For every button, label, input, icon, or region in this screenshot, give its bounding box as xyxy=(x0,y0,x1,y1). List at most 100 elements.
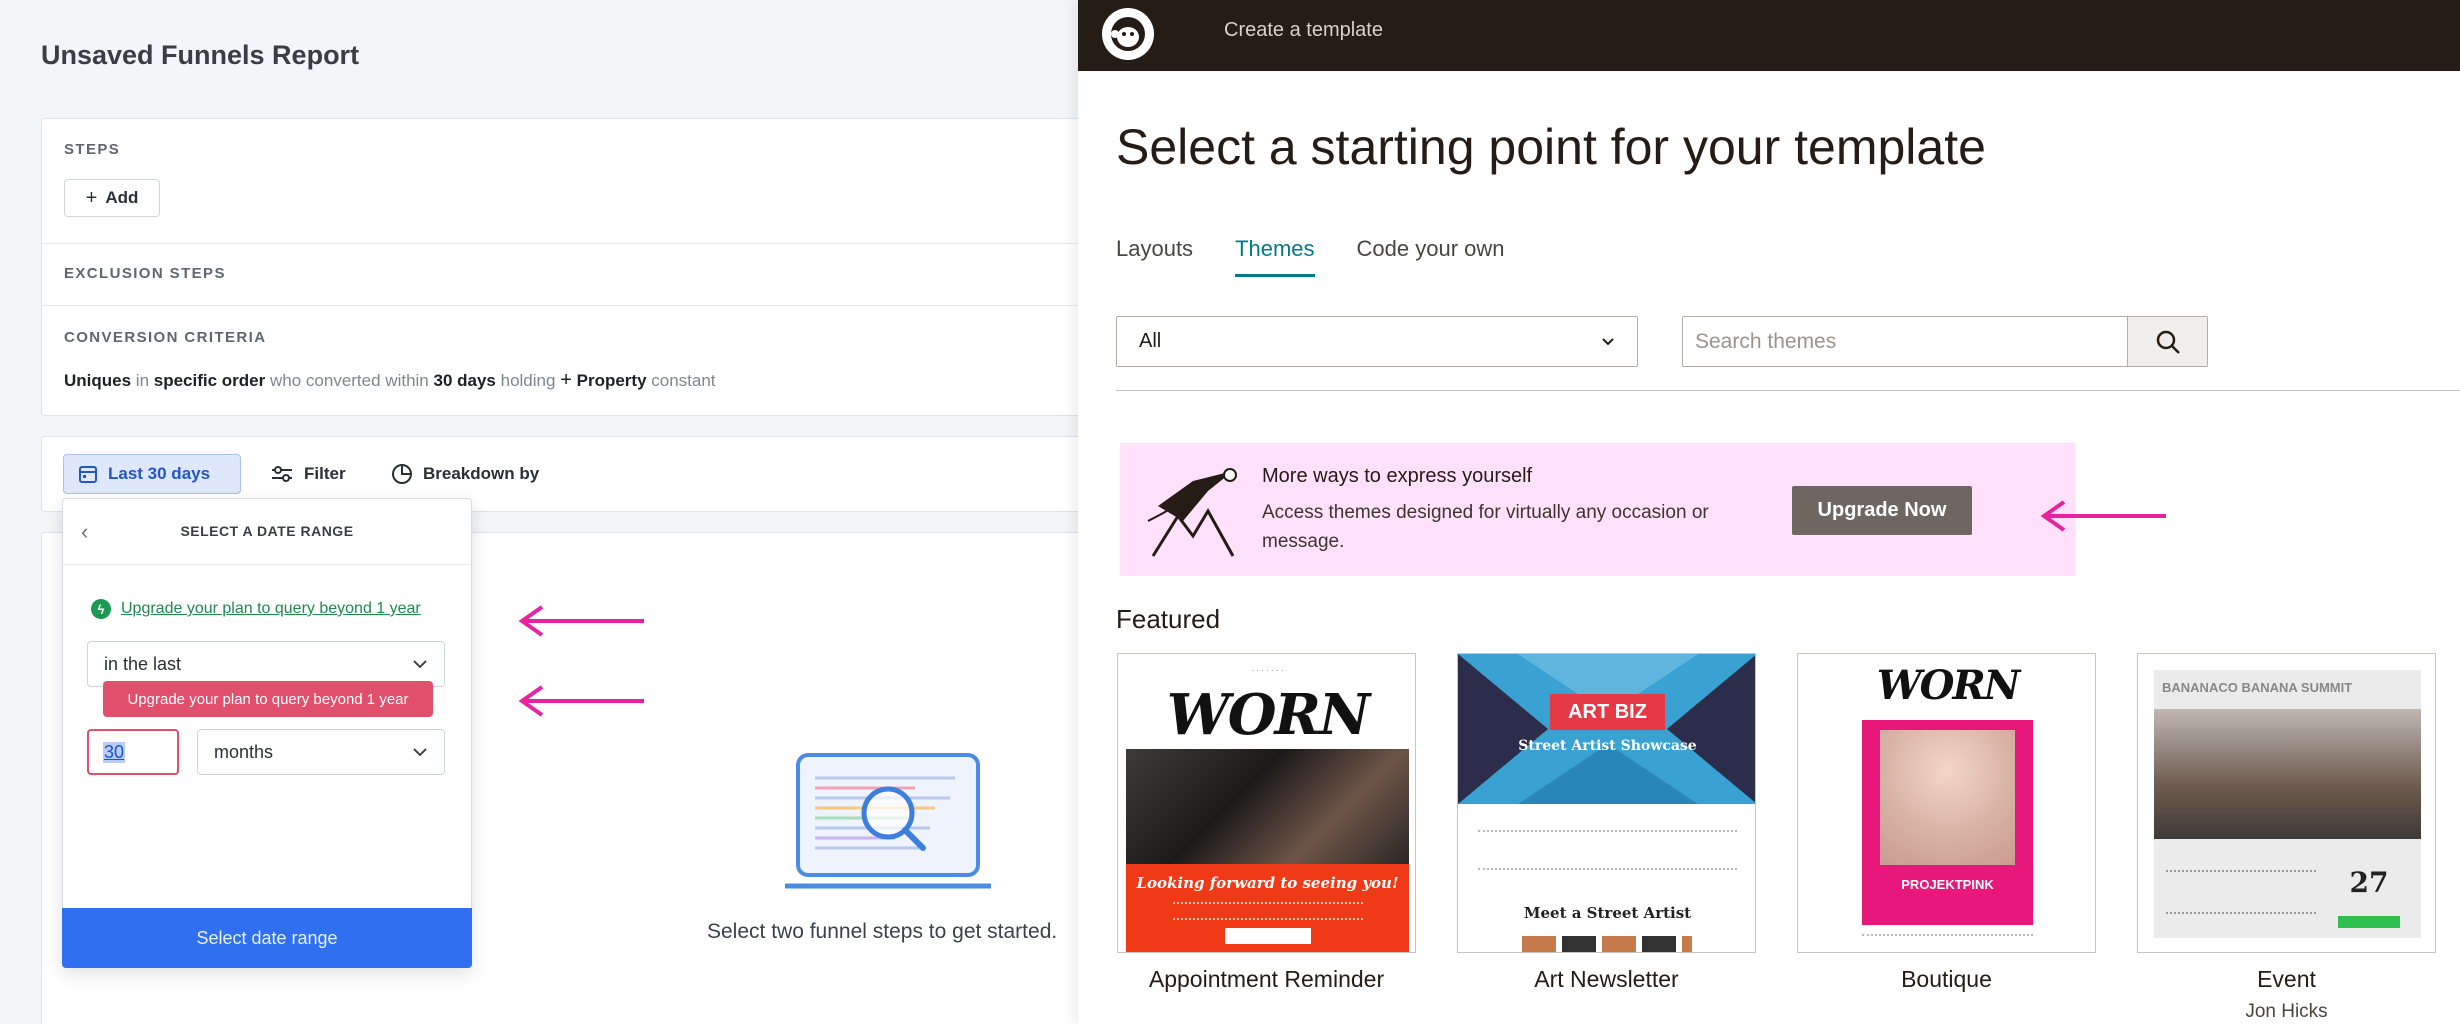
thumb-photo xyxy=(1880,730,2015,865)
template-card-art-newsletter[interactable]: ART BIZ Street Artist Showcase Meet a St… xyxy=(1457,653,1756,953)
criteria-text: who converted within xyxy=(270,371,429,390)
template-tabs: Layouts Themes Code your own xyxy=(1116,236,1505,277)
template-card-event[interactable]: BANANACO BANANA SUMMIT 27 xyxy=(2137,653,2436,953)
criteria-text: holding xyxy=(500,371,556,390)
divider xyxy=(42,243,1078,244)
divider xyxy=(1116,390,2460,391)
calendar-icon xyxy=(79,466,97,483)
thumb-body-lines xyxy=(1862,934,2033,940)
thumb-subheadline: Meet a Street Artist xyxy=(1523,904,1692,922)
add-step-button[interactable]: + Add xyxy=(64,179,160,217)
laptop-illustration xyxy=(785,753,991,889)
empty-state-text: Select two funnel steps to get started. xyxy=(707,920,1058,943)
superhero-illustration xyxy=(1147,468,1237,557)
conversion-criteria-sentence: Uniques in specific order who converted … xyxy=(64,369,716,392)
plus-icon: + xyxy=(85,186,98,209)
tab-themes[interactable]: Themes xyxy=(1235,236,1315,277)
thumb-banner: ART BIZ Street Artist Showcase xyxy=(1458,654,1755,804)
upgrade-plan-text: Upgrade your plan to query beyond 1 year xyxy=(121,600,421,617)
funnels-report-pane: Unsaved Funnels Report STEPS + Add EXCLU… xyxy=(0,0,1078,1024)
thumb-city-photo xyxy=(2154,709,2421,839)
steps-label: STEPS xyxy=(64,141,121,158)
upgrade-now-button[interactable]: Upgrade Now xyxy=(1792,486,1972,535)
thumb-color-block: PROJEKTPINK xyxy=(1862,720,2033,925)
funnel-definition-card: STEPS + Add EXCLUSION STEPS CONVERSION C… xyxy=(41,118,1078,416)
dropdown-header: ‹ SELECT A DATE RANGE xyxy=(63,499,471,565)
promo-title: More ways to express yourself xyxy=(1262,465,1533,487)
mailchimp-logo-icon[interactable] xyxy=(1102,8,1154,60)
thumb-brand: WORN xyxy=(1166,682,1370,748)
theme-category-value: All xyxy=(1139,330,1162,352)
theme-search-input[interactable] xyxy=(1683,317,2127,366)
template-name: Appointment Reminder xyxy=(1148,966,1385,992)
criteria-text: in xyxy=(135,371,150,390)
template-picker-pane: Create a template Select a starting poin… xyxy=(1078,0,2460,1024)
page-heading: Select a starting point for your templat… xyxy=(1116,119,1986,175)
thumb-body-lines xyxy=(2166,870,2316,914)
criteria-window[interactable]: 30 days xyxy=(434,371,496,390)
breakdown-label: Breakdown by xyxy=(423,464,540,483)
date-range-dropdown: ‹ SELECT A DATE RANGE ϟ Upgrade your pla… xyxy=(62,498,472,968)
thumb-header: · · · · · · · xyxy=(1251,666,1284,675)
chevron-down-icon xyxy=(413,748,427,757)
thumb-brand: BANANACO BANANA SUMMIT xyxy=(2162,680,2353,695)
upgrade-tooltip: Upgrade your plan to query beyond 1 year xyxy=(103,681,433,717)
monkey-icon xyxy=(1111,17,1145,51)
date-range-label: Last 30 days xyxy=(108,464,211,483)
thumb-headline: Looking forward to seeing you! xyxy=(1136,874,1399,892)
select-date-range-button[interactable]: Select date range xyxy=(62,908,472,968)
range-unit-value: months xyxy=(214,741,274,762)
chevron-down-icon xyxy=(413,660,427,669)
thumb-cta xyxy=(2338,916,2400,928)
criteria-text: constant xyxy=(651,371,716,390)
thumb-headline: PROJEKTPINK xyxy=(1901,877,1994,892)
report-title[interactable]: Unsaved Funnels Report xyxy=(41,40,359,71)
filter-icon xyxy=(272,466,292,482)
upgrade-promo-banner: More ways to express yourself Access the… xyxy=(1120,443,2075,576)
template-card-boutique[interactable]: WORN PROJEKTPINK xyxy=(1797,653,2096,953)
filter-button[interactable]: Filter xyxy=(256,454,360,494)
thumb-headline: Street Artist Showcase xyxy=(1518,738,1697,754)
range-amount-input[interactable]: 30 xyxy=(87,729,179,775)
upgrade-plan-link[interactable]: ϟ Upgrade your plan to query beyond 1 ye… xyxy=(91,599,421,619)
template-card-appointment-reminder[interactable]: · · · · · · · WORN Looking forward to se… xyxy=(1117,653,1416,953)
tab-layouts[interactable]: Layouts xyxy=(1116,236,1193,277)
thumb-brand: ART BIZ xyxy=(1550,694,1665,730)
range-unit-select[interactable]: months xyxy=(197,729,445,775)
thumb-photo xyxy=(1126,749,1409,864)
dropdown-title: SELECT A DATE RANGE xyxy=(180,523,354,539)
annotation-arrow-icon xyxy=(518,605,644,637)
range-mode-value: in the last xyxy=(104,653,182,674)
thumb-body-lines xyxy=(1172,902,1363,920)
search-button[interactable] xyxy=(2127,317,2207,366)
search-icon xyxy=(2156,330,2180,354)
thumb-frame: BANANACO BANANA SUMMIT 27 xyxy=(2154,670,2421,938)
add-step-label: Add xyxy=(105,188,139,207)
breakdown-button[interactable]: Breakdown by xyxy=(377,454,553,494)
chevron-down-icon xyxy=(1602,338,1614,346)
app-topbar: Create a template xyxy=(1078,0,2460,71)
theme-category-select[interactable]: All xyxy=(1116,316,1638,367)
thumb-color-block: Looking forward to seeing you! xyxy=(1126,864,1409,952)
template-author: Jon Hicks xyxy=(2245,1001,2328,1022)
criteria-uniques[interactable]: Uniques xyxy=(64,371,131,390)
filter-label: Filter xyxy=(304,464,346,483)
range-amount-value: 30 xyxy=(103,741,126,763)
plus-icon: + xyxy=(560,369,572,391)
criteria-order[interactable]: specific order xyxy=(154,371,266,390)
template-name: Boutique xyxy=(1901,966,1992,992)
divider xyxy=(42,305,1078,306)
breakdown-icon xyxy=(392,464,412,484)
template-name: Event xyxy=(2257,966,2316,992)
annotation-arrow-icon xyxy=(518,685,644,717)
date-range-button[interactable]: Last 30 days xyxy=(63,454,241,494)
thumb-body-lines xyxy=(1478,830,1737,870)
thumb-brand: WORN xyxy=(1876,662,2021,709)
thumb-date: 27 xyxy=(2349,866,2389,899)
conversion-criteria-label: CONVERSION CRITERIA xyxy=(64,329,267,346)
tab-code-your-own[interactable]: Code your own xyxy=(1357,236,1505,277)
template-name: Art Newsletter xyxy=(1534,966,1679,992)
criteria-property[interactable]: + Property xyxy=(560,369,646,391)
bolt-icon: ϟ xyxy=(91,599,111,619)
exclusion-steps-label[interactable]: EXCLUSION STEPS xyxy=(64,265,226,282)
